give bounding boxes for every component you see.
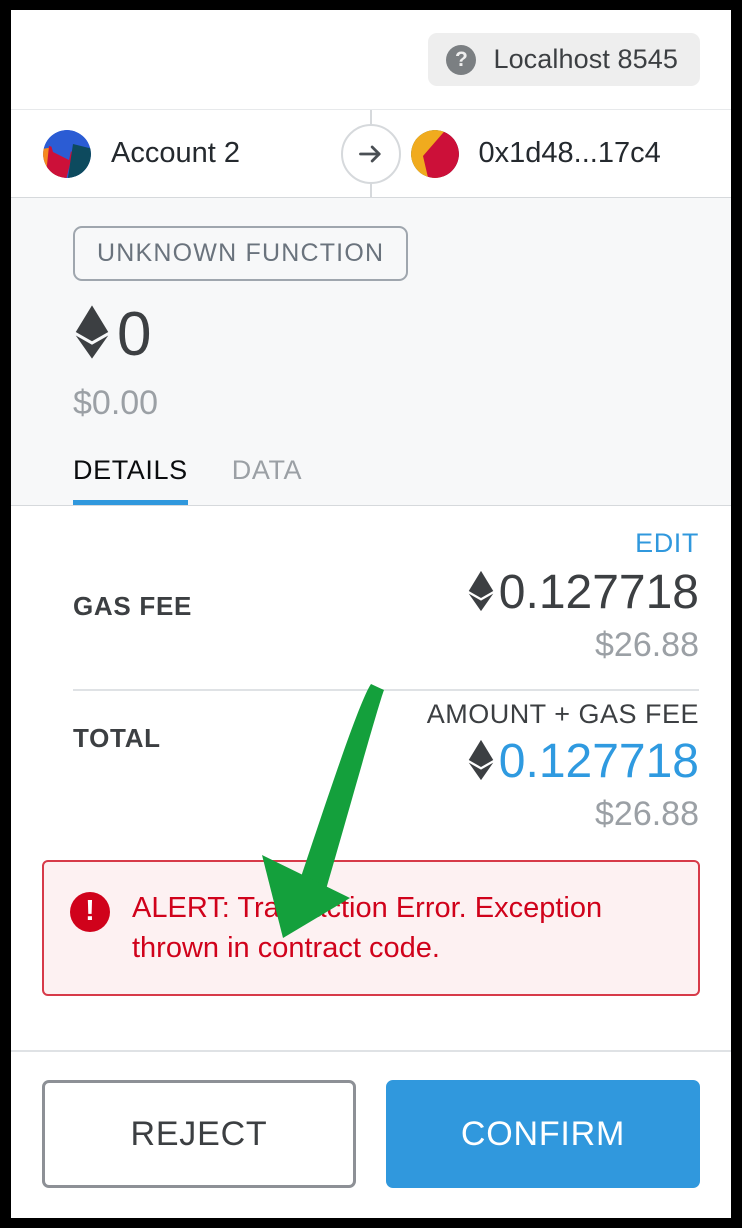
gas-fee-label: GAS FEE [73,591,193,621]
ethereum-diamond-icon [467,738,495,787]
total-label: TOTAL [73,722,161,753]
action-footer: REJECT CONFIRM [11,1050,731,1218]
device-frame: ? Localhost 8545 Account 2 0x1d48...17c4… [0,0,742,1228]
metamask-popup-window: ? Localhost 8545 Account 2 0x1d48...17c4… [11,10,731,1218]
detail-row-gas-fee: GAS FEE 0.127718 $26.88 [11,559,731,665]
total-subheading: AMOUNT + GAS FEE [426,698,699,729]
amount-value: 0 [117,299,152,369]
gas-fee-value: 0.127718 [498,566,699,619]
function-type-badge: UNKNOWN FUNCTION [73,226,409,281]
confirm-button[interactable]: CONFIRM [386,1080,700,1188]
ethereum-diamond-icon [467,569,495,618]
accounts-row: Account 2 0x1d48...17c4 [11,110,731,198]
total-value: 0.127718 [498,734,699,788]
amount-row: 0 [73,303,731,366]
gas-fee-primary: 0.127718 [467,566,699,620]
edit-gas-button[interactable]: EDIT [635,528,699,559]
amount-fiat-value: $0.00 [73,384,159,422]
detail-row-total: TOTAL AMOUNT + GAS FEE 0.127718 $26.88 [11,691,731,834]
recipient-account[interactable]: 0x1d48...17c4 [364,129,732,178]
sender-account[interactable]: Account 2 [11,129,364,178]
question-circle-icon: ? [446,44,477,75]
details-panel: EDIT GAS FEE 0.127718 $26.88 TOTAL AMOUN… [11,506,731,1050]
transaction-error-alert: ! ALERT: Transaction Error. Exception th… [42,859,700,996]
sender-avatar [43,129,91,178]
network-selector[interactable]: ? Localhost 8545 [428,33,700,86]
gas-fee-fiat: $26.88 [595,625,699,664]
sender-account-name: Account 2 [111,137,240,169]
network-name-label: Localhost 8545 [493,44,678,74]
error-exclamation-icon: ! [70,891,110,932]
ethereum-diamond-icon [73,303,111,366]
edit-row: EDIT [11,506,731,559]
gas-fee-values: 0.127718 $26.88 [467,566,699,665]
tab-data[interactable]: DATA [232,455,302,505]
alert-message: ALERT: Transaction Error. Exception thro… [132,891,603,964]
tab-bar: DETAILS DATA [73,455,731,505]
reject-button[interactable]: REJECT [42,1080,356,1188]
total-primary: 0.127718 [467,734,699,789]
network-bar: ? Localhost 8545 [11,10,731,110]
recipient-address: 0x1d48...17c4 [478,137,661,169]
total-fiat: $26.88 [595,794,699,833]
transaction-summary: UNKNOWN FUNCTION 0 $0.00 DETAILS DATA [11,198,731,506]
arrow-right-icon [341,123,401,184]
recipient-avatar [410,129,459,178]
total-values: AMOUNT + GAS FEE 0.127718 $26.88 [427,699,699,834]
tab-details[interactable]: DETAILS [73,455,188,505]
